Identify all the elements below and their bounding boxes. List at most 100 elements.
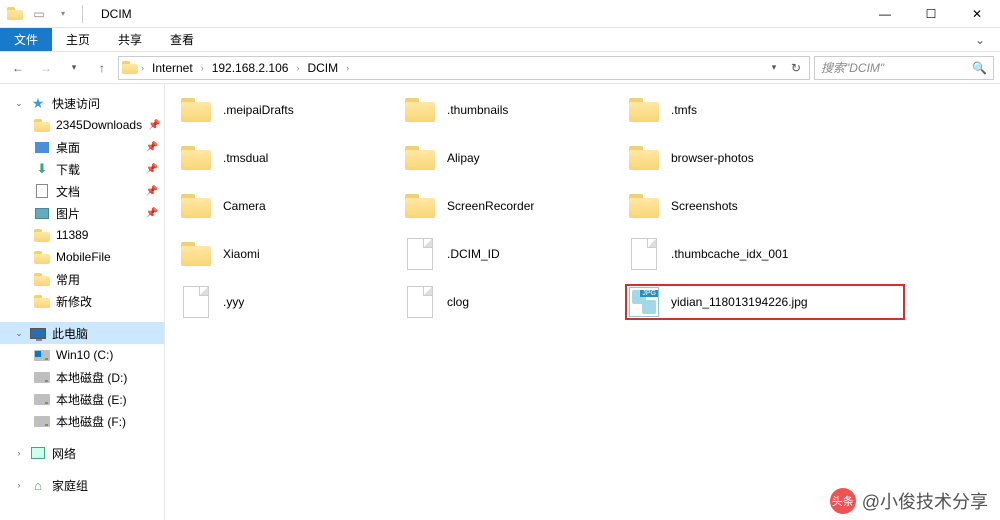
title-bar: ▭ ▾ DCIM — ☐ ✕ [0,0,1000,28]
sidebar-item-label: 新修改 [56,293,92,310]
file-name: yidian_118013194226.jpg [671,295,808,309]
folder-icon [181,194,211,218]
sidebar-item[interactable]: 2345Downloads📌 [0,114,164,136]
tab-view[interactable]: 查看 [156,28,208,51]
file-item[interactable]: JPGyidian_118013194226.jpg [625,284,905,320]
sidebar-network[interactable]: › 网络 [0,442,164,464]
address-bar: ← → ▾ ↑ › Internet › 192.168.2.106 › DCI… [0,52,1000,84]
search-input[interactable]: 搜索"DCIM" 🔍 [814,56,994,80]
file-item[interactable]: .thumbcache_idx_001 [625,236,835,272]
qat-properties-icon[interactable]: ▭ [28,3,50,25]
folder-icon [405,146,435,170]
ribbon-toggle-icon[interactable]: ⌄ [960,28,1000,51]
refresh-button[interactable]: ↻ [785,61,807,75]
search-icon[interactable]: 🔍 [972,61,987,75]
file-item[interactable]: .thumbnails [401,92,611,128]
windisk-icon [34,347,50,363]
file-item[interactable]: clog [401,284,611,320]
back-button[interactable]: ← [6,56,30,80]
sidebar-item-label: Win10 (C:) [56,348,113,362]
sidebar-item[interactable]: 文档📌 [0,180,164,202]
sidebar-drive[interactable]: 本地磁盘 (E:) [0,388,164,410]
file-item[interactable]: .yyy [177,284,387,320]
qat-dropdown-icon[interactable]: ▾ [52,3,74,25]
sidebar-item[interactable]: MobileFile [0,246,164,268]
documents-icon [34,183,50,199]
file-icon [407,286,433,318]
tab-file[interactable]: 文件 [0,28,52,51]
chevron-icon[interactable]: › [294,63,301,73]
sidebar-this-pc[interactable]: ⌄ 此电脑 [0,322,164,344]
crumb-dcim[interactable]: DCIM [301,57,344,79]
file-item[interactable]: ScreenRecorder [401,188,611,224]
recent-dropdown-icon[interactable]: ▾ [62,56,86,80]
file-name: ScreenRecorder [447,199,534,213]
minimize-button[interactable]: — [862,0,908,28]
location-icon [121,61,139,74]
star-icon: ★ [30,95,46,111]
crumb-internet[interactable]: Internet [146,57,199,79]
tab-share[interactable]: 共享 [104,28,156,51]
sidebar-homegroup[interactable]: › ⌂ 家庭组 [0,474,164,496]
sidebar-label: 快速访问 [52,95,100,112]
disk-icon [34,391,50,407]
watermark-text: @小俊技术分享 [862,488,988,514]
file-item[interactable]: Camera [177,188,387,224]
file-name: clog [447,295,469,309]
sidebar-item[interactable]: 11389 [0,224,164,246]
file-item[interactable]: .DCIM_ID [401,236,611,272]
pictures-icon [34,205,50,221]
file-item[interactable]: browser-photos [625,140,835,176]
sidebar-item-label: 11389 [56,228,88,242]
forward-button[interactable]: → [34,56,58,80]
crumb-host[interactable]: 192.168.2.106 [206,57,295,79]
chevron-icon[interactable]: › [139,63,146,73]
sidebar-item[interactable]: 图片📌 [0,202,164,224]
sidebar-drive[interactable]: 本地磁盘 (F:) [0,410,164,432]
disk-icon [34,369,50,385]
folder-icon [34,271,50,287]
file-name: .tmfs [671,103,697,117]
desktop-icon [34,139,50,155]
chevron-icon[interactable]: › [199,63,206,73]
file-item[interactable]: Xiaomi [177,236,387,272]
pin-icon: 📌 [146,208,158,219]
file-name: Xiaomi [223,247,260,261]
sidebar-item-label: 2345Downloads [56,118,142,132]
sidebar-drive[interactable]: 本地磁盘 (D:) [0,366,164,388]
sidebar-item[interactable]: ⬇下载📌 [0,158,164,180]
folder-icon [405,98,435,122]
file-item[interactable]: .tmsdual [177,140,387,176]
sidebar-item[interactable]: 桌面📌 [0,136,164,158]
file-name: Alipay [447,151,480,165]
pin-icon: 📌 [146,164,158,175]
file-icon [183,286,209,318]
up-button[interactable]: ↑ [90,56,114,80]
chevron-icon[interactable]: › [344,63,351,73]
file-item[interactable]: Alipay [401,140,611,176]
tab-home[interactable]: 主页 [52,28,104,51]
expand-icon[interactable]: › [14,480,24,490]
file-item[interactable]: .meipaiDrafts [177,92,387,128]
sidebar-item[interactable]: 新修改 [0,290,164,312]
sidebar-drive[interactable]: Win10 (C:) [0,344,164,366]
sidebar-item[interactable]: 常用 [0,268,164,290]
expand-icon[interactable]: ⌄ [14,328,24,339]
breadcrumb[interactable]: › Internet › 192.168.2.106 › DCIM › ▾ ↻ [118,56,810,80]
history-dropdown-icon[interactable]: ▾ [763,62,785,73]
sidebar-item-label: 本地磁盘 (F:) [56,413,126,430]
file-item[interactable]: Screenshots [625,188,835,224]
navigation-pane: ⌄ ★ 快速访问 2345Downloads📌桌面📌⬇下载📌文档📌图片📌1138… [0,84,165,520]
expand-icon[interactable]: › [14,448,24,458]
monitor-icon [30,325,46,341]
file-list[interactable]: .meipaiDrafts .thumbnails .tmfs .tmsdual Ali… [165,84,1000,520]
maximize-button[interactable]: ☐ [908,0,954,28]
sidebar-item-label: 常用 [56,271,80,288]
file-name: .thumbnails [447,103,508,117]
sidebar-label: 网络 [52,445,76,462]
file-item[interactable]: .tmfs [625,92,835,128]
sidebar-quick-access[interactable]: ⌄ ★ 快速访问 [0,92,164,114]
expand-icon[interactable]: ⌄ [14,98,24,109]
quick-access-toolbar: ▭ ▾ [0,3,93,25]
close-button[interactable]: ✕ [954,0,1000,28]
